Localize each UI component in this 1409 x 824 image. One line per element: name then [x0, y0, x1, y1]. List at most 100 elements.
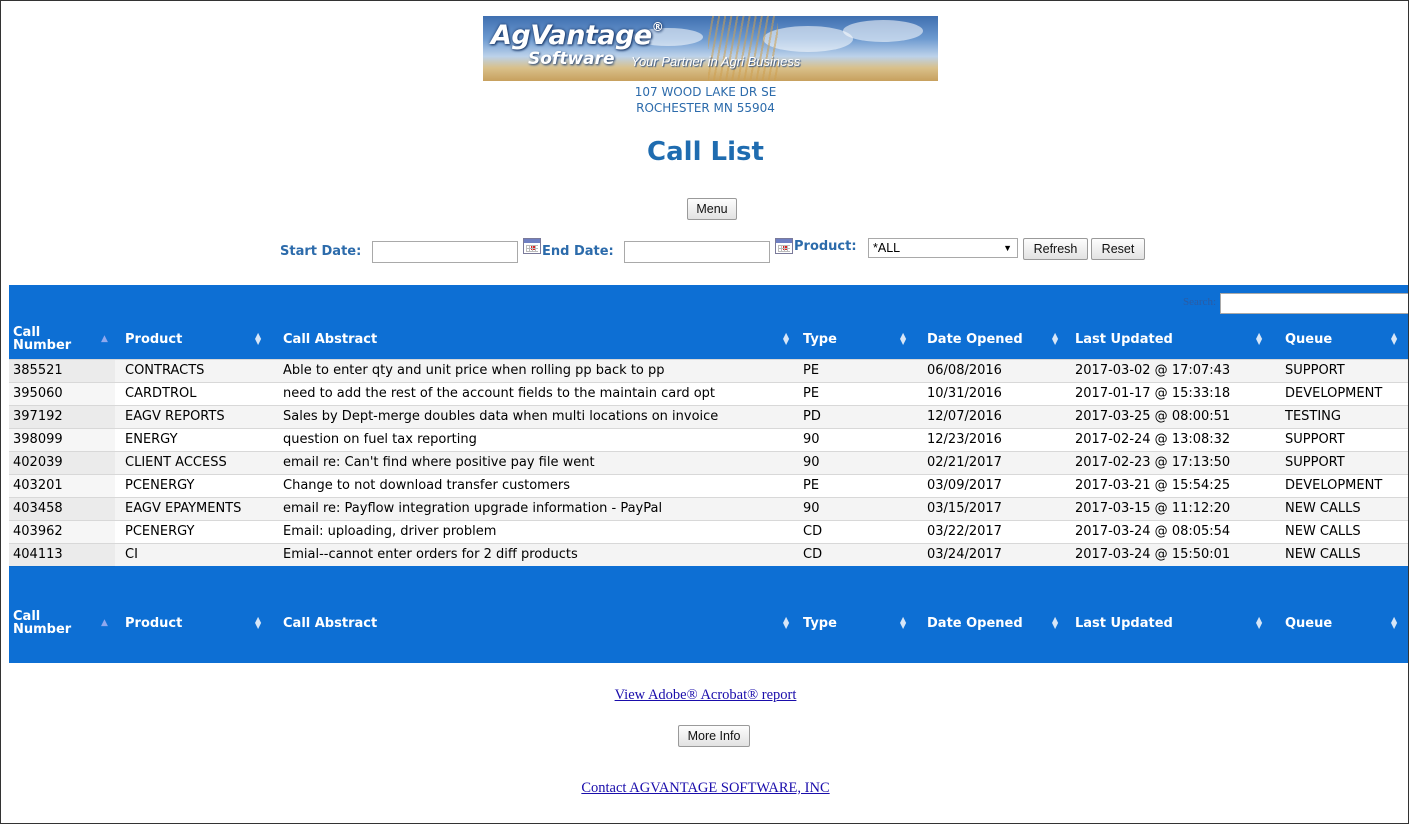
cell-call_number: 385521 — [9, 360, 115, 383]
header-label: Queue — [1285, 331, 1333, 347]
header-bottom-col-queue[interactable]: Queue — [1275, 603, 1408, 643]
cell-product: CI — [125, 547, 138, 562]
cell-abstract: email re: Can't find where positive pay … — [283, 455, 595, 470]
sort-both-icon[interactable]: ▲ ▼ — [1391, 603, 1397, 643]
cell-opened: 12/07/2016 — [927, 409, 1002, 424]
header-bottom-col-type[interactable]: Type — [793, 603, 917, 643]
header-label: Product — [125, 331, 183, 347]
header-label-line2: Number — [13, 338, 72, 353]
product-select[interactable]: *ALL ▼ — [868, 238, 1018, 258]
cell-type: PE — [803, 386, 820, 401]
acrobat-report-link[interactable]: View Adobe® Acrobat® report — [1, 687, 1408, 704]
more-info-button[interactable]: More Info — [678, 725, 750, 747]
sort-both-icon[interactable]: ▲ ▼ — [900, 603, 906, 643]
header-bottom-col-abstract[interactable]: Call Abstract — [273, 603, 793, 643]
cell-call_number: 395060 — [9, 383, 115, 406]
table-row[interactable]: 397192 EAGV REPORTS Sales by Dept-merge do… — [9, 405, 1408, 428]
header-label-line2: Number — [13, 622, 72, 637]
logo-tagline: Your Partner in Agri Business — [631, 54, 801, 69]
start-date-input[interactable] — [372, 241, 518, 263]
cell-product: PCENERGY — [125, 478, 195, 493]
cell-call_number: 403458 — [9, 498, 115, 521]
sort-both-icon[interactable]: ▲ ▼ — [255, 603, 261, 643]
cell-product: CARDTROL — [125, 386, 197, 401]
dropdown-arrow-icon: ▼ — [1003, 243, 1012, 253]
header-bottom-col-call_number[interactable]: Call Number — [9, 603, 115, 643]
cell-product: EAGV REPORTS — [125, 409, 225, 424]
header-top-col-updated[interactable]: Last Updated — [1065, 319, 1275, 359]
reset-button[interactable]: Reset — [1091, 238, 1145, 260]
cell-queue: NEW CALLS — [1285, 501, 1361, 516]
end-date-calendar-icon[interactable] — [775, 238, 793, 254]
contact-link[interactable]: Contact AGVANTAGE SOFTWARE, INC — [1, 780, 1408, 797]
search-label: Search: — [1183, 296, 1216, 308]
product-label: Product: — [794, 239, 857, 254]
sort-ascending-icon[interactable]: ▲ — [101, 603, 108, 643]
header-bottom-col-opened[interactable]: Date Opened — [917, 603, 1065, 643]
sort-both-icon[interactable]: ▲ ▼ — [783, 319, 789, 359]
header-top-col-product[interactable]: Product — [115, 319, 273, 359]
cell-queue: SUPPORT — [1285, 455, 1345, 470]
header-label: Date Opened — [927, 331, 1023, 347]
table-header-top: Call Number ▲ Product ▲ ▼ Call Abstract ▲ ▼ Type ▲… — [9, 319, 1408, 359]
cell-abstract: Email: uploading, driver problem — [283, 524, 497, 539]
header-bottom-col-updated[interactable]: Last Updated — [1065, 603, 1275, 643]
menu-button[interactable]: Menu — [687, 198, 737, 220]
table-row[interactable]: 385521 CONTRACTS Able to enter qty and uni… — [9, 359, 1408, 383]
cell-queue: TESTING — [1285, 409, 1341, 424]
sort-both-icon[interactable]: ▲ ▼ — [1256, 603, 1262, 643]
header-label: Date Opened — [927, 615, 1023, 631]
header-top-col-abstract[interactable]: Call Abstract — [273, 319, 793, 359]
cell-abstract: Emial--cannot enter orders for 2 diff pr… — [283, 547, 578, 562]
sort-both-icon[interactable]: ▲ ▼ — [1052, 319, 1058, 359]
end-date-label: End Date: — [542, 244, 614, 259]
sort-ascending-icon[interactable]: ▲ — [101, 319, 108, 359]
header-label: Call Abstract — [283, 331, 378, 347]
end-date-input[interactable] — [624, 241, 770, 263]
start-date-calendar-icon[interactable] — [523, 238, 541, 254]
search-input[interactable] — [1220, 293, 1408, 314]
header-top-col-queue[interactable]: Queue — [1275, 319, 1408, 359]
table-row[interactable]: 404113 CI Emial--cannot enter orders for 2… — [9, 543, 1408, 566]
cell-call_number: 403201 — [9, 475, 115, 498]
cell-queue: DEVELOPMENT — [1285, 478, 1383, 493]
header-label: Product — [125, 615, 183, 631]
product-select-value: *ALL — [873, 241, 901, 255]
refresh-button[interactable]: Refresh — [1023, 238, 1088, 260]
header-top-col-opened[interactable]: Date Opened — [917, 319, 1065, 359]
cell-call_number: 403962 — [9, 521, 115, 544]
cell-abstract: Change to not download transfer customer… — [283, 478, 570, 493]
cell-abstract: need to add the rest of the account fiel… — [283, 386, 716, 401]
agvantage-logo: AgVantage® Software Your Partner in Agri… — [483, 16, 938, 81]
sort-both-icon[interactable]: ▲ ▼ — [1256, 319, 1262, 359]
cell-abstract: email re: Payflow integration upgrade in… — [283, 501, 663, 516]
cell-type: CD — [803, 547, 823, 562]
header-bottom-col-product[interactable]: Product — [115, 603, 273, 643]
start-date-label: Start Date: — [280, 244, 362, 259]
sort-both-icon[interactable]: ▲ ▼ — [255, 319, 261, 359]
header-top-col-call_number[interactable]: Call Number — [9, 319, 115, 359]
cell-opened: 03/22/2017 — [927, 524, 1002, 539]
table-row[interactable]: 403962 PCENERGY Email: uploading, driver p… — [9, 520, 1408, 544]
cell-type: 90 — [803, 432, 820, 447]
cell-type: 90 — [803, 455, 820, 470]
cell-abstract: Able to enter qty and unit price when ro… — [283, 363, 665, 378]
sort-both-icon[interactable]: ▲ ▼ — [1391, 319, 1397, 359]
sort-both-icon[interactable]: ▲ ▼ — [1052, 603, 1058, 643]
table-header-bottom: Call Number ▲ Product ▲ ▼ Call Abstract ▲ ▼ Type ▲… — [9, 603, 1408, 643]
table-row[interactable]: 398099 ENERGY question on fuel tax reporti… — [9, 428, 1408, 451]
table-row[interactable]: 403201 PCENERGY Change to not download tra… — [9, 474, 1408, 498]
table-row[interactable]: 403458 EAGV EPAYMENTS email re: Payflow in… — [9, 497, 1408, 521]
header-top-col-type[interactable]: Type — [793, 319, 917, 359]
table-row[interactable]: 395060 CARDTROL need to add the rest of th… — [9, 382, 1408, 406]
sort-both-icon[interactable]: ▲ ▼ — [900, 319, 906, 359]
cell-type: PD — [803, 409, 821, 424]
table-row[interactable]: 402039 CLIENT ACCESS email re: Can't find … — [9, 451, 1408, 474]
header-label: Type — [803, 331, 837, 347]
sort-both-icon[interactable]: ▲ ▼ — [783, 603, 789, 643]
logo-software-text: Software — [528, 49, 615, 69]
cell-type: PE — [803, 478, 820, 493]
logo-registered-mark: ® — [651, 20, 664, 34]
address-line-1: 107 WOOD LAKE DR SE — [634, 85, 777, 99]
cell-updated: 2017-03-15 @ 11:12:20 — [1075, 501, 1231, 516]
